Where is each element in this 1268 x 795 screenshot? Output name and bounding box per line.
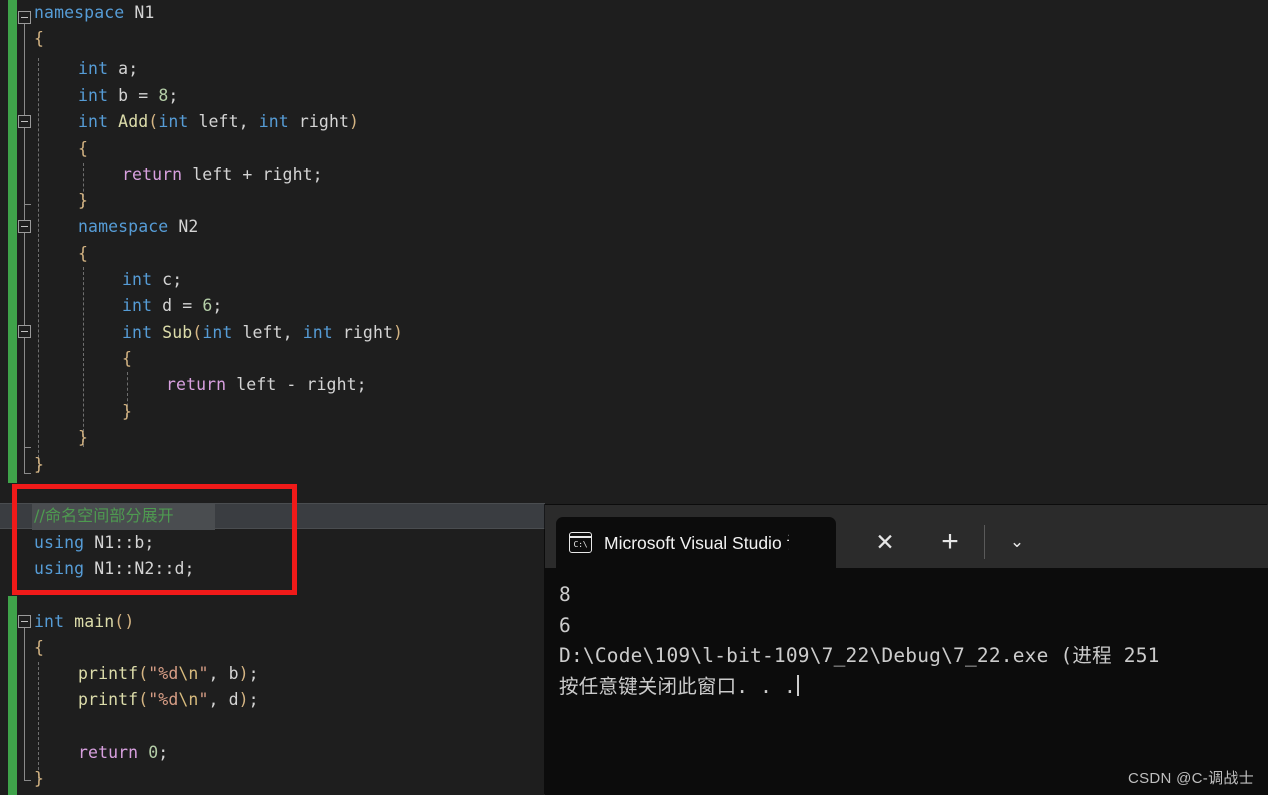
- code-line-n1-close: }: [34, 455, 45, 474]
- code-line-n2-open: {: [78, 244, 89, 263]
- code-line-printf-d: printf("%d\n", d);: [78, 690, 259, 709]
- code-line-namespace-n1: namespace N1: [34, 3, 155, 22]
- code-line-using-b: using N1::b;: [34, 533, 155, 552]
- terminal-tab[interactable]: C:\ Microsoft Visual Studio 调试控: [556, 517, 836, 568]
- code-line-add-signature: int Add(int left, int right): [78, 112, 360, 131]
- fold-toggle-namespace-n2[interactable]: [18, 220, 31, 233]
- toolbar-divider: [984, 525, 985, 559]
- chevron-down-icon[interactable]: ⌄: [1002, 527, 1032, 557]
- new-tab-icon[interactable]: +: [935, 525, 965, 558]
- code-line-add-return: return left + right;: [122, 165, 323, 184]
- terminal-window[interactable]: C:\ Microsoft Visual Studio 调试控 ✕ + ⌄ 8 …: [545, 505, 1268, 795]
- fold-toggle-sub[interactable]: [18, 325, 31, 338]
- code-line-main-open: {: [34, 638, 45, 657]
- fold-rail-foot-n1: [24, 473, 31, 474]
- fold-rail-foot-main: [24, 780, 31, 781]
- fold-rail-main: [24, 628, 25, 780]
- watermark: CSDN @C-调战士: [1127, 770, 1254, 787]
- code-line-add-close: }: [78, 191, 89, 210]
- close-icon[interactable]: ✕: [870, 527, 900, 557]
- terminal-tab-title: Microsoft Visual Studio 调试控: [604, 533, 789, 553]
- fold-rail-foot-add: [24, 204, 31, 205]
- terminal-output-line: 6: [559, 613, 571, 637]
- fold-toggle-namespace-n1[interactable]: [18, 11, 31, 24]
- fold-toggle-add[interactable]: [18, 115, 31, 128]
- change-indicator-bar-bottom: [8, 596, 17, 795]
- fold-rail-add: [24, 128, 25, 204]
- terminal-caret: [797, 674, 799, 696]
- terminal-output-prompt-wrapper: 按任意键关闭此窗口. . .: [559, 672, 1268, 703]
- change-indicator-bar-top: [8, 0, 17, 483]
- indent-guide-level1: [38, 58, 39, 473]
- code-line-int-d: int d = 6;: [122, 296, 223, 315]
- indent-guide-main-body: [38, 662, 39, 780]
- fold-rail-sub: [24, 338, 25, 415]
- code-line-n2-close: }: [78, 428, 89, 447]
- code-line-add-open: {: [78, 139, 89, 158]
- code-line-main-close: }: [34, 769, 45, 788]
- code-line-sub-open: {: [122, 349, 133, 368]
- indent-guide-n2-body: [83, 267, 84, 447]
- fold-toggle-main[interactable]: [18, 615, 31, 628]
- code-line-comment-namespace-partial: //命名空间部分展开: [34, 506, 174, 525]
- code-line-printf-b: printf("%d\n", b);: [78, 664, 259, 683]
- code-line-sub-return: return left - right;: [166, 375, 367, 394]
- code-line-using-d: using N1::N2::d;: [34, 559, 195, 578]
- code-line-sub-signature: int Sub(int left, int right): [122, 323, 404, 342]
- console-icon: C:\: [569, 532, 592, 553]
- code-line-int-c: int c;: [122, 270, 183, 289]
- terminal-output-exe-path: D:\Code\109\l-bit-109\7_22\Debug\7_22.ex…: [559, 644, 1160, 667]
- code-line-int-a: int a;: [78, 59, 139, 78]
- terminal-tab-bar: C:\ Microsoft Visual Studio 调试控 ✕ + ⌄: [545, 505, 1268, 568]
- fold-rail-foot-n2: [24, 447, 31, 448]
- terminal-output-prompt: 按任意键关闭此窗口. . .: [559, 674, 797, 698]
- code-line-main-return: return 0;: [78, 743, 169, 762]
- code-line-sub-close: }: [122, 402, 133, 421]
- code-line-int-b: int b = 8;: [78, 86, 179, 105]
- terminal-output[interactable]: 8 6 D:\Code\109\l-bit-109\7_22\Debug\7_2…: [545, 568, 1268, 795]
- code-line-main-signature: int main(): [34, 612, 135, 631]
- code-line-namespace-n2: namespace N2: [78, 217, 199, 236]
- terminal-output-line: 8: [559, 583, 571, 606]
- code-line-open-brace-n1: {: [34, 29, 45, 48]
